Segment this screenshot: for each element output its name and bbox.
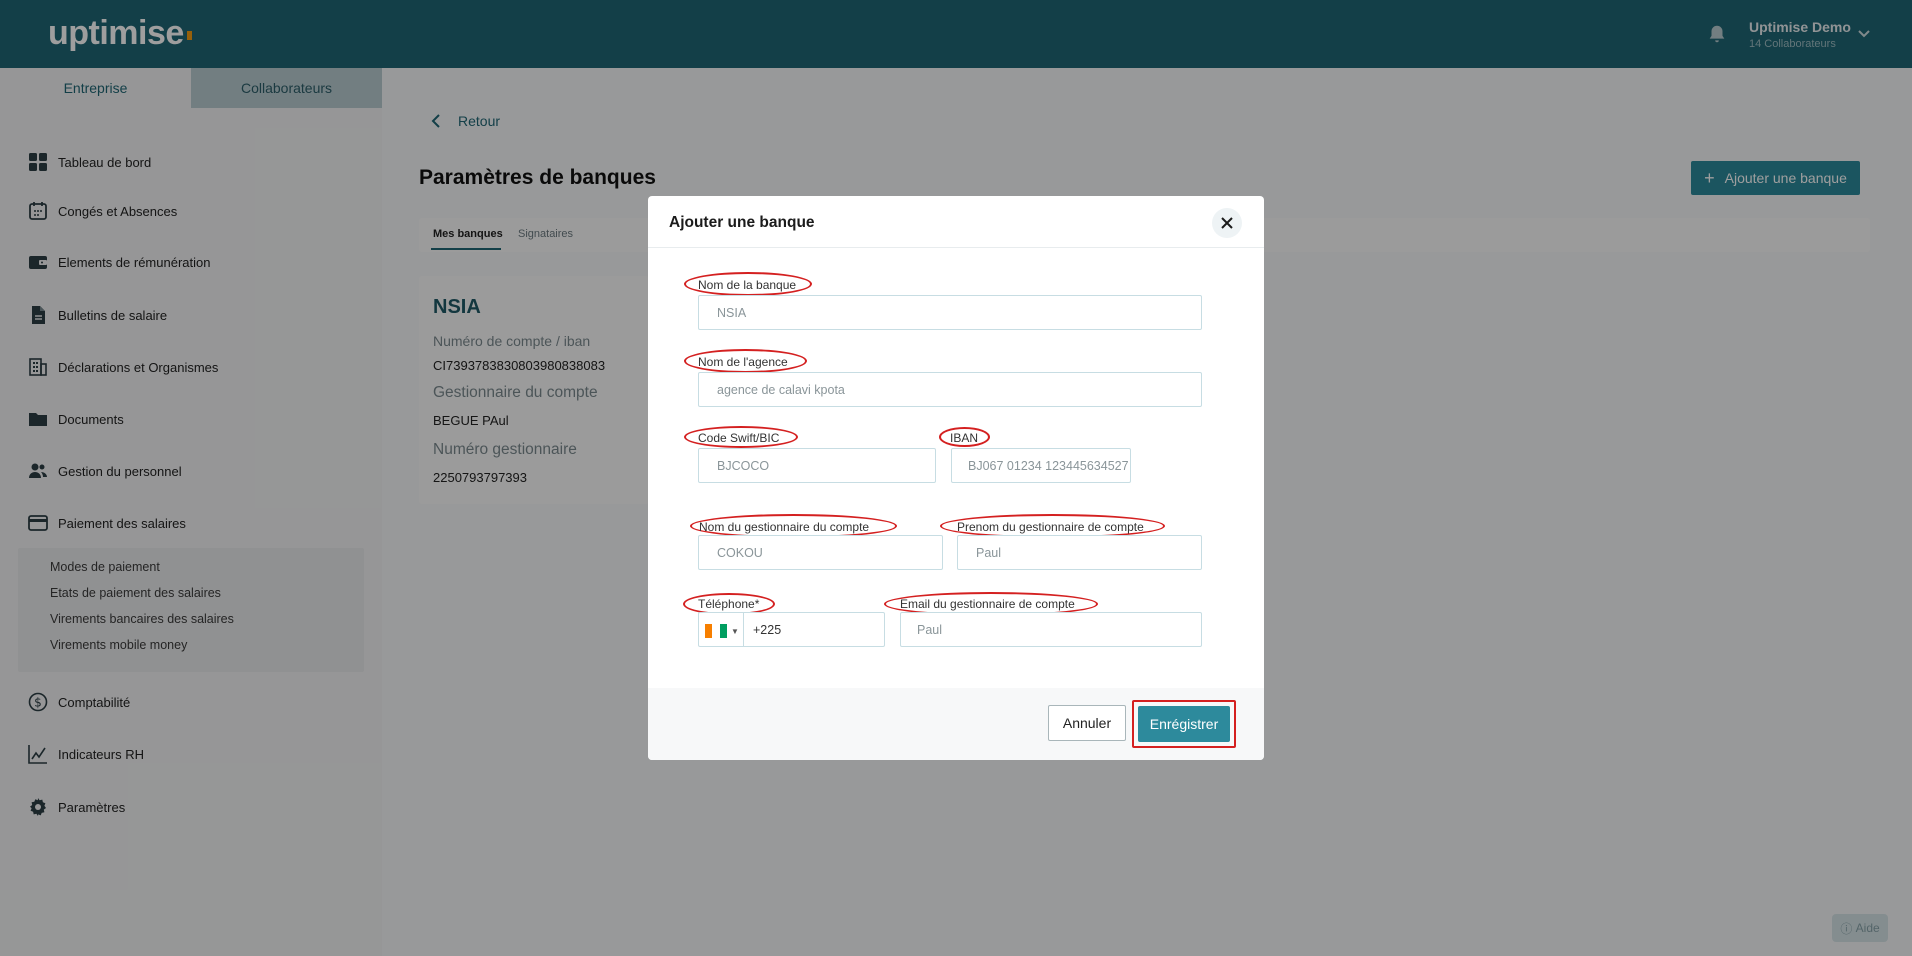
manager-firstname-label: Prenom du gestionnaire de compte — [957, 520, 1144, 534]
country-flag-icon[interactable] — [705, 624, 727, 638]
email-input[interactable] — [901, 613, 1201, 646]
manager-lastname-label: Nom du gestionnaire du compte — [699, 520, 870, 534]
agency-field[interactable] — [698, 372, 1202, 407]
manager-lastname-field[interactable] — [698, 535, 943, 570]
email-label: Email du gestionnaire de compte — [900, 597, 1075, 611]
phone-divider — [743, 613, 744, 646]
modal-header: Ajouter une banque — [648, 196, 1264, 248]
iban-label: IBAN — [950, 431, 979, 445]
bank-name-input[interactable] — [699, 296, 1201, 329]
phone-label: Téléphone* — [698, 597, 760, 611]
agency-input[interactable] — [699, 373, 1201, 406]
bank-name-field[interactable] — [698, 295, 1202, 330]
manager-lastname-input[interactable] — [699, 536, 942, 569]
agency-label: Nom de l'agence — [698, 355, 788, 369]
modal-title: Ajouter une banque — [669, 214, 815, 231]
manager-firstname-input[interactable] — [958, 536, 1201, 569]
swift-field[interactable] — [698, 448, 936, 483]
manager-firstname-field[interactable] — [957, 535, 1202, 570]
modal-footer: Annuler Enrégistrer — [648, 688, 1264, 760]
iban-input[interactable] — [952, 449, 1130, 482]
bank-name-label: Nom de la banque — [698, 278, 797, 292]
annotation-box: Enrégistrer — [1132, 700, 1236, 748]
swift-label: Code Swift/BIC — [698, 431, 780, 445]
save-button[interactable]: Enrégistrer — [1138, 706, 1230, 742]
add-bank-modal: Ajouter une banque Nom de la banque Nom … — [648, 196, 1264, 760]
phone-prefix[interactable]: +225 — [753, 623, 781, 637]
cancel-button[interactable]: Annuler — [1048, 705, 1126, 741]
caret-down-icon[interactable]: ▼ — [731, 627, 739, 636]
phone-field[interactable]: ▼ +225 — [698, 612, 885, 647]
swift-input[interactable] — [699, 449, 935, 482]
close-icon — [1221, 217, 1233, 229]
iban-field[interactable] — [951, 448, 1131, 483]
close-button[interactable] — [1212, 208, 1242, 238]
email-field[interactable] — [900, 612, 1202, 647]
